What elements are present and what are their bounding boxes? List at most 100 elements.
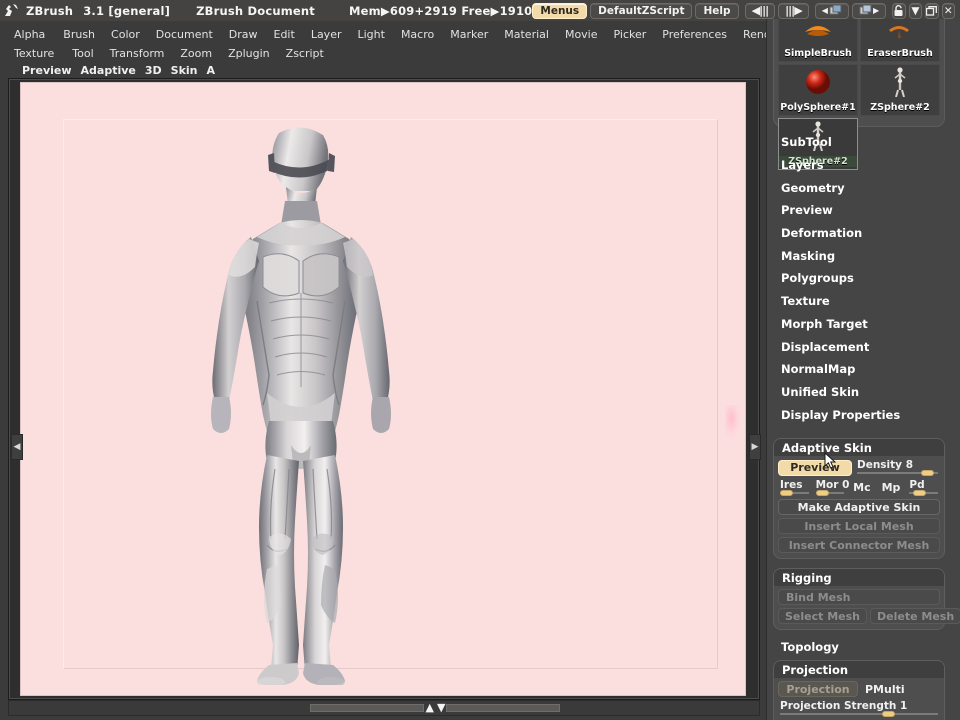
tool-thumbnail[interactable]: ZSphere#2 bbox=[860, 64, 940, 116]
menu-light[interactable]: Light bbox=[349, 28, 392, 41]
projection-strength-slider[interactable]: Projection Strength 1 bbox=[778, 700, 940, 717]
menu-texture[interactable]: Texture bbox=[14, 47, 64, 60]
scrollbar-track-right[interactable] bbox=[446, 704, 560, 712]
preview-density-row: Preview Density 8 bbox=[778, 459, 940, 476]
tool-context-row: Preview Adaptive 3D Skin A bbox=[0, 62, 770, 79]
right-tray-toggle[interactable]: ▶ bbox=[749, 434, 761, 460]
context-item-a[interactable]: A bbox=[207, 64, 216, 77]
projection-toggle-button[interactable]: Projection bbox=[778, 681, 858, 697]
left-tray-toggle[interactable]: ◀ bbox=[11, 434, 23, 460]
canvas-scrollbar[interactable]: ▲ ▼ bbox=[310, 702, 560, 713]
next-item-icon[interactable]: ▶ bbox=[851, 2, 887, 19]
select-mesh-button[interactable]: Select Mesh bbox=[778, 608, 868, 624]
density-value: 8 bbox=[905, 459, 913, 471]
menu-edit[interactable]: Edit bbox=[266, 28, 303, 41]
tool-thumbnail[interactable]: EraserBrush bbox=[860, 19, 940, 62]
subpalette-subtool[interactable]: SubTool bbox=[767, 131, 960, 154]
insert-local-mesh-button[interactable]: Insert Local Mesh bbox=[778, 518, 940, 534]
restore-icon[interactable] bbox=[925, 2, 939, 19]
context-item-3d[interactable]: 3D bbox=[145, 64, 162, 77]
topology-section[interactable]: Topology bbox=[767, 636, 960, 657]
menu-zscript[interactable]: Zscript bbox=[278, 47, 332, 60]
context-item-preview[interactable]: Preview bbox=[22, 64, 72, 77]
next-page-icon[interactable]: |||▶ bbox=[778, 2, 809, 19]
menu-draw[interactable]: Draw bbox=[221, 28, 266, 41]
menu-preferences[interactable]: Preferences bbox=[654, 28, 735, 41]
subpalette-display-properties[interactable]: Display Properties bbox=[767, 403, 960, 426]
menu-color[interactable]: Color bbox=[103, 28, 148, 41]
default-zscript-button[interactable]: DefaultZScript bbox=[590, 2, 693, 19]
minimize-icon[interactable]: ▼ bbox=[908, 2, 923, 19]
rigging-title[interactable]: Rigging bbox=[774, 569, 944, 586]
menu-zoom[interactable]: Zoom bbox=[172, 47, 220, 60]
subpalette-texture[interactable]: Texture bbox=[767, 290, 960, 313]
menu-material[interactable]: Material bbox=[496, 28, 557, 41]
prev-page-icon[interactable]: ◀||| bbox=[744, 2, 776, 19]
zsphere-figure-icon bbox=[861, 67, 939, 97]
density-slider[interactable]: Density 8 bbox=[855, 459, 940, 476]
scroll-up-icon[interactable]: ▲ bbox=[424, 702, 435, 713]
document-canvas[interactable] bbox=[20, 82, 746, 696]
menus-button[interactable]: Menus bbox=[532, 2, 588, 19]
menu-document[interactable]: Document bbox=[148, 28, 221, 41]
pd-slider[interactable]: Pd bbox=[907, 479, 940, 496]
menu-layer[interactable]: Layer bbox=[303, 28, 350, 41]
subpalette-geometry[interactable]: Geometry bbox=[767, 176, 960, 199]
context-item-skin[interactable]: Skin bbox=[171, 64, 198, 77]
menu-tool[interactable]: Tool bbox=[64, 47, 101, 60]
menu-picker[interactable]: Picker bbox=[606, 28, 655, 41]
next-arrow-glyph: ▶ bbox=[872, 6, 880, 15]
make-adaptive-skin-button[interactable]: Make Adaptive Skin bbox=[778, 499, 940, 515]
delete-mesh-button[interactable]: Delete Mesh bbox=[870, 608, 960, 624]
subpalette-preview[interactable]: Preview bbox=[767, 199, 960, 222]
pd-label: Pd bbox=[909, 479, 925, 491]
insert-connector-mesh-button[interactable]: Insert Connector Mesh bbox=[778, 537, 940, 553]
menu-alpha[interactable]: Alpha bbox=[14, 28, 55, 41]
projection-strength-label-text: Projection Strength bbox=[780, 700, 897, 712]
menu-movie[interactable]: Movie bbox=[557, 28, 606, 41]
bind-mesh-button[interactable]: Bind Mesh bbox=[778, 589, 940, 605]
menu-transform[interactable]: Transform bbox=[102, 47, 173, 60]
subpalette-deformation[interactable]: Deformation bbox=[767, 222, 960, 245]
projection-title[interactable]: Projection bbox=[774, 661, 944, 678]
tool-thumbnail[interactable]: SimpleBrush bbox=[778, 19, 858, 62]
adaptive-skin-title[interactable]: Adaptive Skin bbox=[774, 439, 944, 456]
subpalette-displacement[interactable]: Displacement bbox=[767, 335, 960, 358]
ires-slider[interactable]: Ires bbox=[778, 479, 811, 496]
subpalette-polygroups[interactable]: Polygroups bbox=[767, 267, 960, 290]
right-tray: SimpleBrush EraserBrush PolySphere#1 ZSpher… bbox=[766, 19, 960, 720]
scrollbar-track-left[interactable] bbox=[310, 704, 424, 712]
menu-zplugin[interactable]: Zplugin bbox=[220, 47, 278, 60]
lock-icon[interactable] bbox=[892, 2, 906, 19]
context-item-adaptive[interactable]: Adaptive bbox=[81, 64, 136, 77]
mor-slider[interactable]: Mor 0 bbox=[814, 479, 849, 496]
menu-macro[interactable]: Macro bbox=[393, 28, 442, 41]
help-button[interactable]: Help bbox=[695, 2, 739, 19]
close-icon[interactable]: ✕ bbox=[941, 2, 956, 19]
subpalette-masking[interactable]: Masking bbox=[767, 244, 960, 267]
zbrush-logo-icon bbox=[2, 1, 20, 20]
prev-item-icon[interactable]: ◀ bbox=[814, 2, 849, 19]
preview-button[interactable]: Preview bbox=[778, 459, 852, 476]
mp-button[interactable]: Mp bbox=[878, 480, 905, 496]
projection-panel: Projection Projection PMulti Projection … bbox=[773, 660, 945, 720]
subpalette-unified-skin[interactable]: Unified Skin bbox=[767, 381, 960, 404]
density-label-text: Density bbox=[857, 459, 903, 471]
sculpt-model[interactable] bbox=[171, 125, 431, 685]
subpalette-layers[interactable]: Layers bbox=[767, 154, 960, 177]
tool-thumbnail[interactable]: PolySphere#1 bbox=[778, 64, 858, 116]
projection-strength-track bbox=[780, 713, 938, 715]
pmulti-button[interactable]: PMulti bbox=[861, 681, 909, 697]
menu-brush[interactable]: Brush bbox=[55, 28, 103, 41]
scroll-down-icon[interactable]: ▼ bbox=[435, 702, 446, 713]
density-knob[interactable] bbox=[921, 470, 935, 476]
menu-marker[interactable]: Marker bbox=[442, 28, 496, 41]
app-version: 3.1 [general] bbox=[83, 3, 171, 18]
mc-button[interactable]: Mc bbox=[849, 480, 874, 496]
subpalette-normalmap[interactable]: NormalMap bbox=[767, 358, 960, 381]
subpalette-morph-target[interactable]: Morph Target bbox=[767, 313, 960, 336]
title-bar: ZBrush 3.1 [general] ZBrush Document Mem… bbox=[0, 0, 960, 21]
rigging-panel: Rigging Bind Mesh Select Mesh Delete Mes… bbox=[773, 568, 960, 630]
tool-thumbnail-label: EraserBrush bbox=[867, 48, 933, 59]
prev-arrow-glyph: ◀ bbox=[821, 6, 828, 15]
